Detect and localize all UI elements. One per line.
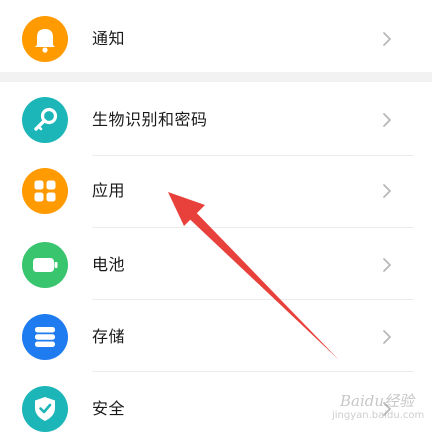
bell-icon — [22, 16, 68, 62]
settings-item-label: 存储 — [92, 327, 126, 346]
divider — [92, 227, 414, 228]
divider — [92, 155, 414, 156]
settings-item-apps[interactable]: 应用 — [0, 161, 432, 221]
grid-icon — [22, 168, 68, 214]
battery-icon — [22, 242, 68, 288]
group-separator — [0, 72, 432, 82]
chevron-right-icon — [383, 184, 391, 198]
settings-item-notification[interactable]: 通知 — [0, 9, 432, 69]
chevron-right-icon — [383, 113, 391, 127]
settings-item-label: 生物识别和密码 — [92, 110, 208, 129]
chevron-right-icon — [383, 258, 391, 272]
settings-item-label: 通知 — [92, 29, 126, 48]
settings-item-biometrics[interactable]: 生物识别和密码 — [0, 90, 432, 150]
divider — [92, 299, 414, 300]
settings-item-label: 应用 — [92, 181, 126, 200]
settings-item-label: 安全 — [92, 399, 126, 418]
divider — [92, 371, 414, 372]
key-icon — [22, 97, 68, 143]
settings-item-label: 电池 — [92, 255, 126, 274]
chevron-right-icon — [383, 32, 391, 46]
settings-item-storage[interactable]: 存储 — [0, 307, 432, 367]
shield-icon — [22, 386, 68, 432]
watermark-logo: Baidu经验 jingyan.baidu.com — [310, 388, 430, 428]
watermark-url: jingyan.baidu.com — [332, 410, 425, 421]
settings-list: 通知 生物识别和密码 应用 电池 存储 安全 — [0, 0, 432, 432]
settings-item-battery[interactable]: 电池 — [0, 235, 432, 295]
chevron-right-icon — [383, 330, 391, 344]
watermark-text: Baidu经验 — [340, 392, 415, 410]
storage-icon — [22, 314, 68, 360]
